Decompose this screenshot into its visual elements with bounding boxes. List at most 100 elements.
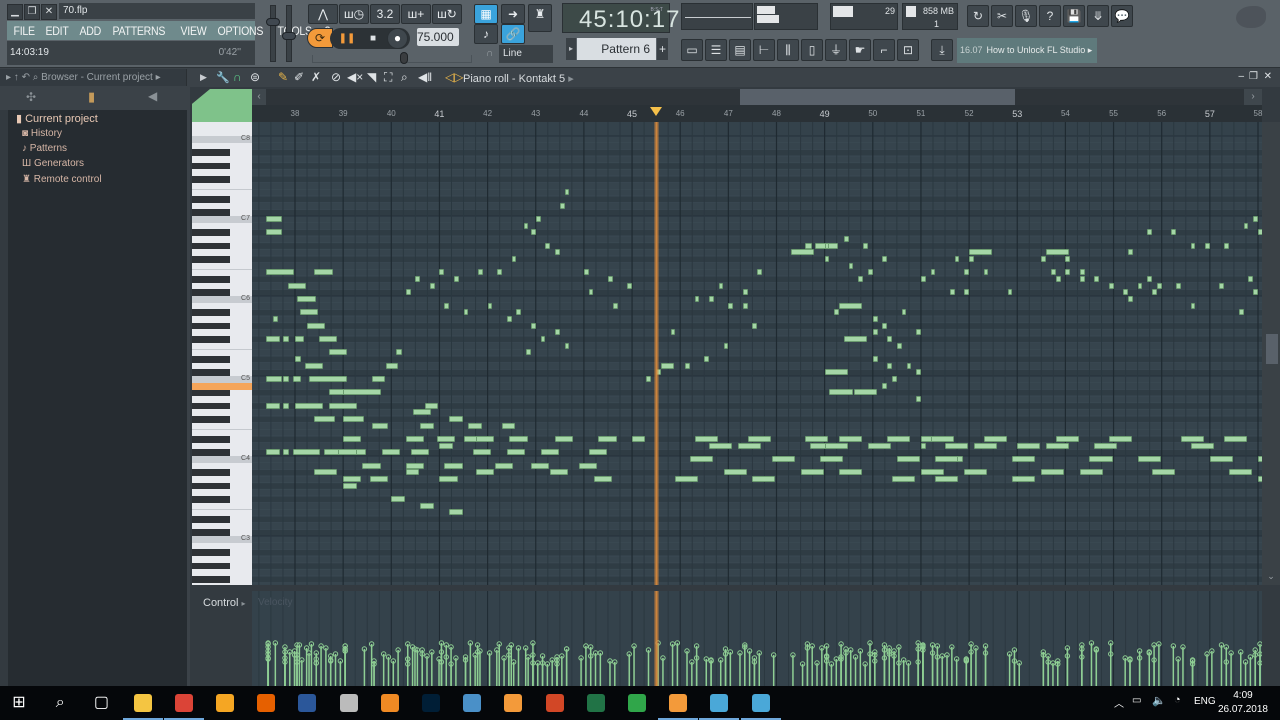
velocity-bar[interactable]	[501, 655, 507, 686]
velocity-bar[interactable]	[790, 652, 796, 686]
black-key[interactable]	[192, 309, 230, 316]
note[interactable]	[328, 402, 357, 409]
note[interactable]	[386, 362, 398, 369]
pattern-prev-button[interactable]: ▸	[566, 38, 576, 60]
note[interactable]	[1147, 229, 1153, 236]
velocity-bar[interactable]	[1189, 661, 1196, 686]
download-button[interactable]: ⤓	[931, 39, 953, 61]
note[interactable]	[1253, 216, 1258, 222]
note[interactable]	[1089, 456, 1113, 463]
note[interactable]	[882, 322, 888, 329]
window-maximize-icon[interactable]: ❐	[1249, 71, 1258, 82]
note[interactable]	[752, 322, 758, 329]
metronome-button[interactable]: ⋀	[308, 4, 338, 24]
volume-knob[interactable]	[266, 18, 280, 26]
note[interactable]	[338, 449, 357, 456]
note[interactable]	[588, 449, 607, 456]
note[interactable]	[535, 216, 541, 222]
note[interactable]	[694, 436, 718, 442]
note[interactable]	[670, 329, 676, 336]
close-button[interactable]: ✕	[41, 4, 57, 20]
velocity-bar[interactable]	[756, 650, 762, 686]
note[interactable]	[1152, 469, 1176, 476]
note-properties-tab[interactable]	[192, 89, 252, 122]
overdub-button[interactable]: ш+	[401, 4, 431, 24]
note[interactable]	[1243, 222, 1249, 229]
vertical-scrollbar[interactable]: ⌄	[1262, 122, 1280, 585]
note[interactable]	[887, 336, 892, 342]
note[interactable]	[266, 229, 282, 236]
note[interactable]	[1079, 276, 1085, 282]
velocity-bar[interactable]	[833, 656, 839, 686]
velocity-bar[interactable]	[554, 661, 560, 686]
note[interactable]	[709, 296, 714, 302]
note[interactable]	[1050, 269, 1056, 276]
record-audio-button[interactable]: 🎙	[1015, 5, 1037, 27]
note[interactable]	[292, 376, 302, 382]
excel-icon[interactable]	[586, 694, 605, 712]
black-key[interactable]	[192, 336, 230, 343]
note[interactable]	[314, 269, 333, 276]
note[interactable]	[494, 462, 514, 469]
network-monitor-icon[interactable]	[710, 694, 729, 712]
waveform-icon[interactable]: ✣	[26, 90, 36, 104]
tree-item-patterns[interactable]: ♪ Patterns	[22, 143, 67, 154]
playhead-marker[interactable]	[650, 107, 663, 116]
note[interactable]	[559, 202, 565, 209]
black-key[interactable]	[192, 389, 230, 396]
note[interactable]	[588, 289, 594, 296]
velocity-bar[interactable]	[368, 641, 375, 686]
note[interactable]	[916, 369, 921, 376]
note[interactable]	[983, 269, 989, 276]
folder-icon[interactable]: ▮	[88, 89, 95, 105]
note[interactable]	[834, 309, 840, 316]
note[interactable]	[872, 329, 878, 336]
fl-studio-active-icon[interactable]	[669, 694, 688, 712]
note[interactable]	[906, 362, 912, 369]
note[interactable]	[555, 329, 560, 336]
note[interactable]	[540, 336, 546, 342]
note[interactable]	[1055, 436, 1079, 442]
note[interactable]	[362, 462, 381, 469]
black-key[interactable]	[192, 516, 230, 523]
step-edit-button[interactable]: ➜	[501, 4, 525, 24]
velocity-bar[interactable]	[737, 650, 743, 686]
note[interactable]	[949, 289, 955, 296]
note[interactable]	[1147, 276, 1153, 282]
note[interactable]	[420, 502, 434, 509]
note[interactable]	[646, 376, 652, 382]
note[interactable]	[969, 249, 993, 256]
song-position-display[interactable]: 45:10:17 B:S:T	[562, 3, 679, 33]
chat-button[interactable]: 💬	[1111, 5, 1133, 27]
note[interactable]	[675, 476, 699, 483]
note[interactable]	[824, 242, 830, 249]
speaker-icon[interactable]: ◁▷	[445, 70, 463, 84]
note[interactable]	[1205, 242, 1210, 249]
system-clock[interactable]: 4:09 26.07.2018	[1218, 689, 1268, 717]
velocity-bar[interactable]	[332, 651, 339, 686]
velocity-bar[interactable]	[361, 646, 368, 686]
plugin-picker-button[interactable]: ☛	[849, 39, 871, 61]
browser-button[interactable]: ⊢	[753, 39, 775, 61]
note[interactable]	[1229, 469, 1253, 476]
black-key[interactable]	[192, 162, 230, 170]
note[interactable]	[930, 436, 954, 442]
note[interactable]	[343, 476, 362, 483]
note[interactable]	[964, 469, 988, 476]
typing-keyboard-button[interactable]: ▦	[474, 4, 498, 24]
black-key[interactable]	[192, 482, 230, 490]
step-record-button[interactable]: ♪	[474, 24, 498, 44]
velocity-bar[interactable]	[1242, 659, 1249, 686]
menu-arrow-icon[interactable]: ▶	[200, 72, 207, 83]
velocity-bar[interactable]	[1204, 651, 1210, 686]
note[interactable]	[369, 476, 388, 483]
note[interactable]	[266, 376, 282, 382]
scroll-left-button[interactable]: ‹	[252, 89, 266, 105]
velocity-bar[interactable]	[515, 645, 522, 686]
velocity-bar[interactable]	[395, 647, 401, 686]
velocity-bar[interactable]	[544, 661, 551, 686]
velocity-bar[interactable]	[291, 652, 298, 686]
velocity-bar[interactable]	[857, 648, 864, 686]
note[interactable]	[867, 269, 873, 276]
record-button[interactable]: ●	[387, 28, 408, 49]
